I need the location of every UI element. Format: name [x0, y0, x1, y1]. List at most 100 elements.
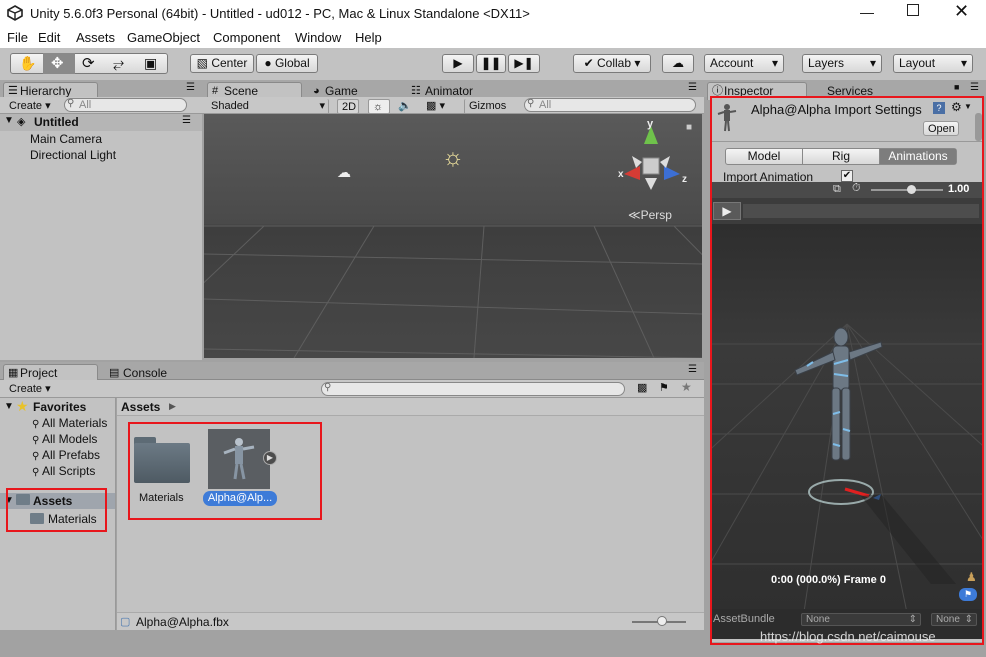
- sun-icon: ☼: [373, 101, 384, 113]
- effects-dropdown[interactable]: ▩ ▾: [422, 99, 456, 114]
- menu-help[interactable]: Help: [355, 30, 382, 45]
- scene-subbar: Shaded ▾ 2D ☼ 🔈 ▩ ▾ Gizmos ▾ All ⚲: [202, 97, 704, 126]
- hand-tool-icon[interactable]: ✋: [19, 55, 36, 72]
- menu-window[interactable]: Window: [295, 30, 341, 45]
- unity-scene-icon: ◈: [17, 116, 26, 128]
- account-dropdown[interactable]: Account ▾: [704, 54, 784, 73]
- hierarchy-panel: ▼ ◈ Untitled ☰ Main Camera Directional L…: [0, 114, 202, 360]
- space-label: Global: [274, 56, 310, 70]
- unity-logo-icon: [7, 5, 23, 21]
- title-bar: Unity 5.6.0f3 Personal (64bit) - Untitle…: [0, 0, 986, 26]
- camera-cloud-icon[interactable]: ☁: [337, 164, 351, 181]
- lighting-toggle[interactable]: ☼: [368, 99, 390, 114]
- menu-assets[interactable]: Assets: [76, 30, 115, 45]
- menu-edit[interactable]: Edit: [38, 30, 60, 45]
- slider-thumb[interactable]: [657, 616, 667, 626]
- scene-search-input[interactable]: All: [524, 98, 696, 112]
- cloud-icon: ☁: [672, 56, 684, 70]
- chevron-down-icon: ▾: [771, 56, 778, 70]
- minimize-button[interactable]: —: [860, 4, 874, 20]
- persp-label-row[interactable]: ≪Persp: [628, 208, 672, 222]
- rotate-tool-icon[interactable]: ⟳: [82, 54, 95, 72]
- panel-menu-icon[interactable]: ☰: [688, 82, 697, 93]
- highlight-inspector: [710, 96, 984, 645]
- layers-dropdown[interactable]: Layers ▾: [802, 54, 882, 73]
- favorite-item-all-scripts[interactable]: ⚲ All Scripts: [32, 464, 95, 478]
- favorite-item-all-prefabs[interactable]: ⚲ All Prefabs: [32, 448, 100, 462]
- lock-icon[interactable]: ■: [954, 82, 959, 92]
- 2d-toggle[interactable]: 2D: [337, 99, 359, 114]
- hierarchy-item-main-camera[interactable]: Main Camera: [30, 132, 102, 146]
- hierarchy-search-input[interactable]: All: [64, 98, 187, 112]
- panel-menu-icon[interactable]: ☰: [970, 82, 979, 93]
- layout-label: Layout: [899, 56, 936, 70]
- move-tool-icon[interactable]: ✥: [51, 54, 64, 72]
- hierarchy-subbar: Create ▾ All ⚲: [0, 97, 202, 114]
- create-label: Create: [9, 383, 43, 395]
- speaker-icon: 🔈: [398, 100, 412, 112]
- persp-label: Persp: [640, 208, 672, 222]
- scene-orientation-gizmo[interactable]: [614, 122, 689, 194]
- tab-animator-label: Animator: [425, 84, 474, 98]
- rect-tool-icon[interactable]: ▣: [144, 55, 157, 72]
- inspector-tabbar: ⓘ Inspector Services ■ ☰: [704, 80, 986, 100]
- menu-file[interactable]: File: [7, 30, 28, 45]
- pivot-center-button[interactable]: ▧ Center: [190, 54, 254, 73]
- project-subbar: Create ▾ ⚲ ▩ ⚑ ★: [0, 380, 704, 398]
- play-icon: ▶: [453, 56, 463, 70]
- favorites-label[interactable]: Favorites: [33, 400, 86, 414]
- collab-button[interactable]: ✔ Collab ▾: [573, 54, 651, 73]
- expand-arrow-icon[interactable]: ▼: [4, 401, 14, 412]
- layout-dropdown[interactable]: Layout ▾: [893, 54, 973, 73]
- step-button[interactable]: ▶❚: [508, 54, 540, 73]
- close-button[interactable]: ✕: [954, 1, 969, 22]
- shading-dropdown[interactable]: Shaded ▾: [207, 99, 329, 114]
- project-search-input[interactable]: [321, 382, 625, 396]
- directional-light-icon[interactable]: ☼: [442, 144, 464, 172]
- search-placeholder: All: [79, 99, 92, 111]
- favorite-item-all-models[interactable]: ⚲ All Models: [32, 432, 97, 446]
- breadcrumb-assets[interactable]: Assets: [121, 400, 160, 414]
- space-global-button[interactable]: ● Global: [256, 54, 318, 73]
- chevron-down-icon: ▾: [631, 56, 641, 70]
- menu-component[interactable]: Component: [213, 30, 280, 45]
- favorite-item-all-materials[interactable]: ⚲ All Materials: [32, 416, 107, 430]
- project-tabbar: ▦ Project ▤ Console ☰: [0, 362, 704, 382]
- audio-toggle[interactable]: 🔈: [394, 99, 416, 114]
- expand-arrow-icon[interactable]: ▼: [4, 115, 14, 126]
- image-icon: ▩ ▾: [426, 100, 445, 112]
- pause-button[interactable]: ❚❚: [476, 54, 506, 73]
- scene-viewport[interactable]: ☁ ☼ ■ x y z ≪Persp: [204, 114, 702, 358]
- cloud-button[interactable]: ☁: [662, 54, 694, 73]
- 2d-label: 2D: [342, 101, 357, 113]
- scale-tool-icon[interactable]: ⥂: [113, 55, 124, 72]
- hierarchy-item-directional-light[interactable]: Directional Light: [30, 148, 116, 162]
- favorite-item-label: All Prefabs: [42, 448, 101, 462]
- star-icon: ★: [16, 398, 29, 414]
- hierarchy-tabbar: ☰ Hierarchy ☰: [0, 80, 202, 100]
- gizmos-dropdown[interactable]: Gizmos ▾: [464, 99, 518, 126]
- panel-menu-icon[interactable]: ☰: [186, 82, 195, 93]
- chevron-right-icon: ▶: [169, 401, 176, 411]
- project-create-dropdown[interactable]: Create ▾: [5, 382, 55, 397]
- chevron-down-icon: ▾: [869, 56, 876, 70]
- menu-gameobject[interactable]: GameObject: [127, 30, 200, 45]
- search-icon: ⚲: [32, 467, 40, 478]
- hierarchy-create-dropdown[interactable]: Create ▾: [5, 99, 55, 114]
- model-file-icon: ▢: [120, 616, 131, 628]
- search-by-label-icon[interactable]: ⚑: [659, 381, 669, 394]
- layers-label: Layers: [808, 56, 845, 70]
- star-icon[interactable]: ★: [681, 380, 692, 394]
- play-button[interactable]: ▶: [442, 54, 474, 73]
- scene-row[interactable]: ▼ ◈ Untitled ☰: [0, 114, 202, 131]
- maximize-button[interactable]: [907, 4, 919, 16]
- scene-menu-icon[interactable]: ☰: [182, 115, 191, 126]
- account-label: Account: [710, 56, 754, 70]
- tab-game-label: Game: [325, 84, 358, 98]
- search-by-type-icon[interactable]: ▩: [637, 381, 647, 394]
- axis-x-label: x: [618, 169, 624, 180]
- menu-bar: File Edit Assets GameObject Component Wi…: [0, 26, 986, 48]
- panel-menu-icon[interactable]: ☰: [688, 364, 697, 375]
- favorite-item-label: All Materials: [42, 416, 108, 430]
- create-label: Create: [9, 100, 43, 112]
